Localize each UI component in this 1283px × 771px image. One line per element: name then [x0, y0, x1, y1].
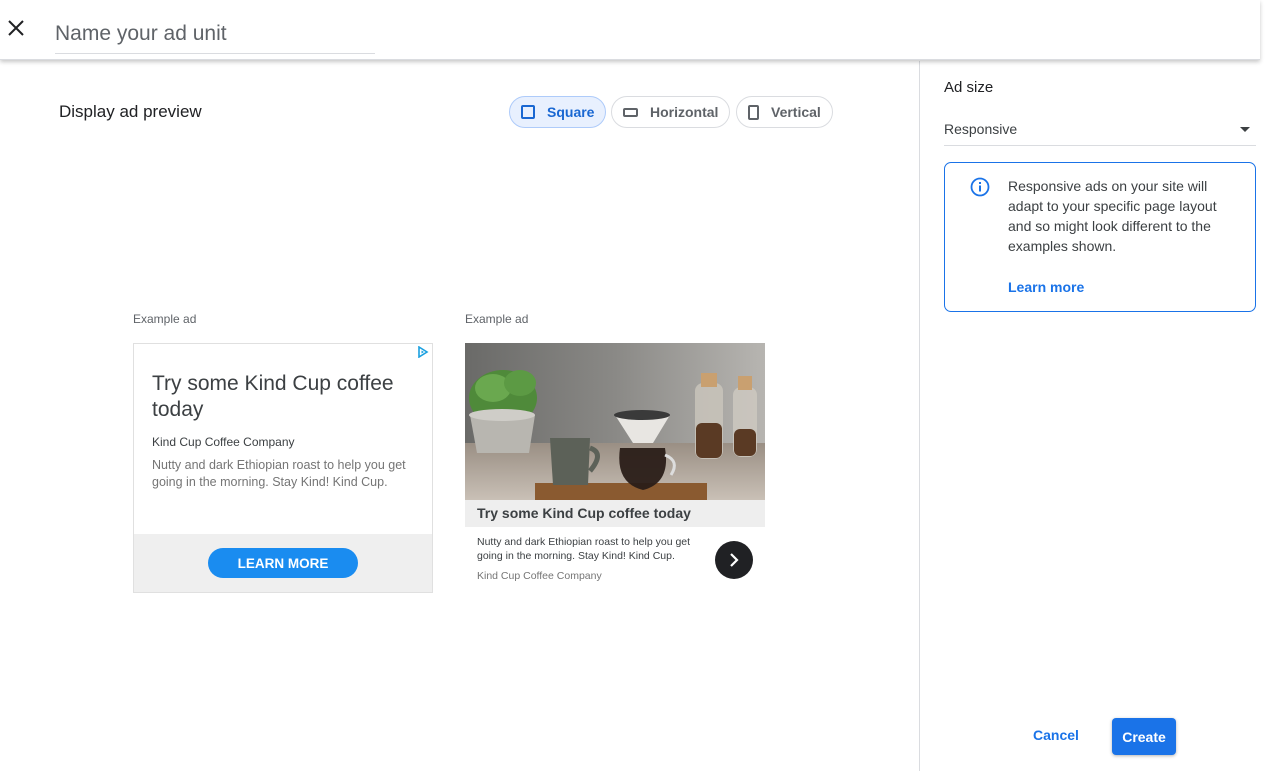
ad-advertiser: Kind Cup Coffee Company [152, 435, 295, 449]
horizontal-rect-icon [623, 107, 638, 117]
next-arrow-button[interactable] [715, 541, 753, 579]
preview-title: Display ad preview [59, 102, 202, 121]
info-icon [970, 177, 990, 197]
learn-more-link[interactable]: Learn more [1008, 279, 1084, 295]
shape-chip-square[interactable]: Square [509, 96, 607, 128]
dropdown-arrow-icon [1240, 127, 1250, 132]
shape-chip-horizontal[interactable]: Horizontal [611, 96, 731, 128]
shape-chip-vertical[interactable]: Vertical [736, 96, 833, 128]
shape-chip-label: Square [547, 104, 595, 120]
square-icon [521, 105, 535, 119]
top-bar [0, 0, 1260, 60]
ad-size-select[interactable]: Responsive [944, 113, 1256, 146]
example-ad-image[interactable]: Try some Kind Cup coffee today Nutty and… [465, 343, 765, 588]
close-icon [8, 20, 24, 36]
settings-panel: Ad size Responsive Responsive ads on you… [920, 61, 1283, 771]
ad-description: Nutty and dark Ethiopian roast to help y… [477, 536, 691, 562]
ad-headline: Try some Kind Cup coffee today [152, 372, 394, 421]
preview-panel: Display ad preview Square Horizontal Ver… [0, 61, 919, 771]
shape-chip-label: Vertical [771, 104, 821, 120]
ad-advertiser: Kind Cup Coffee Company [477, 570, 602, 582]
info-text: Responsive ads on your site will adapt t… [1008, 178, 1217, 254]
ad-size-value: Responsive [944, 121, 1018, 137]
coffee-photo [465, 343, 765, 500]
adchoices-icon[interactable] [417, 346, 429, 358]
ad-footer: LEARN MORE [134, 534, 432, 592]
create-button[interactable]: Create [1112, 718, 1176, 755]
example-ad-text[interactable]: Try some Kind Cup coffee today Kind Cup … [133, 343, 433, 593]
learn-more-button[interactable]: LEARN MORE [208, 548, 358, 578]
example-ad-label: Example ad [465, 312, 529, 326]
example-ad-label: Example ad [133, 312, 197, 326]
cancel-button[interactable]: Cancel [1033, 727, 1079, 743]
info-box: Responsive ads on your site will adapt t… [944, 162, 1256, 312]
chevron-right-icon [730, 553, 739, 567]
shape-chip-label: Horizontal [650, 104, 719, 120]
ad-size-label: Ad size [944, 79, 994, 96]
vertical-rect-icon [748, 104, 759, 120]
close-button[interactable] [4, 16, 28, 40]
ad-headline: Try some Kind Cup coffee today [465, 500, 765, 527]
ad-description: Nutty and dark Ethiopian roast to help y… [152, 458, 406, 489]
ad-unit-name-input[interactable] [55, 14, 375, 54]
